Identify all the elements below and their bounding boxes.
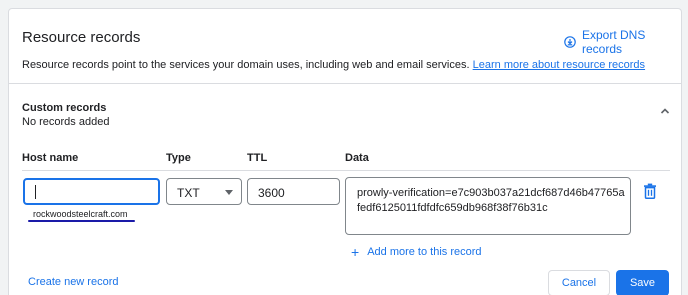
- data-textarea[interactable]: prowly-verification=e7c903b037a21dcf687d…: [345, 177, 631, 235]
- plus-icon: +: [351, 243, 360, 260]
- caret-down-icon: [225, 190, 233, 195]
- learn-more-link[interactable]: Learn more about resource records: [473, 59, 645, 71]
- column-header-host: Host name: [22, 152, 79, 164]
- column-header-type: Type: [166, 152, 191, 164]
- text-cursor: [35, 185, 36, 199]
- domain-suffix: rockwoodsteelcraft.com: [33, 209, 128, 219]
- chevron-up-icon[interactable]: [659, 104, 671, 116]
- card-title: Resource records: [22, 29, 141, 46]
- column-header-ttl: TTL: [247, 152, 268, 164]
- resource-records-card: Resource records Export DNS records Reso…: [8, 8, 682, 295]
- header-rule: [22, 170, 670, 171]
- custom-records-title: Custom records: [22, 102, 107, 114]
- type-value: TXT: [177, 186, 200, 200]
- data-value: prowly-verification=e7c903b037a21dcf687d…: [357, 187, 625, 214]
- export-dns-records-link[interactable]: Export DNS records: [564, 28, 681, 56]
- domain-underline-annotation: [28, 220, 135, 222]
- host-name-input[interactable]: [23, 178, 160, 205]
- ttl-value: 3600: [258, 186, 285, 200]
- add-more-label: Add more to this record: [367, 246, 482, 258]
- export-dns-records-label: Export DNS records: [582, 28, 646, 56]
- cancel-button[interactable]: Cancel: [548, 270, 610, 295]
- download-circle-icon: [564, 36, 576, 48]
- add-more-to-record-button[interactable]: + Add more to this record: [351, 243, 482, 260]
- description-text: Resource records point to the services y…: [22, 59, 470, 71]
- save-button[interactable]: Save: [616, 270, 669, 295]
- column-header-data: Data: [345, 152, 369, 164]
- trash-icon[interactable]: [643, 183, 657, 199]
- ttl-input[interactable]: 3600: [247, 178, 340, 205]
- custom-records-section: Custom records No records added Host nam…: [9, 84, 681, 295]
- type-select[interactable]: TXT: [166, 178, 242, 205]
- custom-records-status: No records added: [22, 116, 110, 128]
- card-description: Resource records point to the services y…: [22, 59, 645, 71]
- create-new-record-link[interactable]: Create new record: [28, 276, 119, 288]
